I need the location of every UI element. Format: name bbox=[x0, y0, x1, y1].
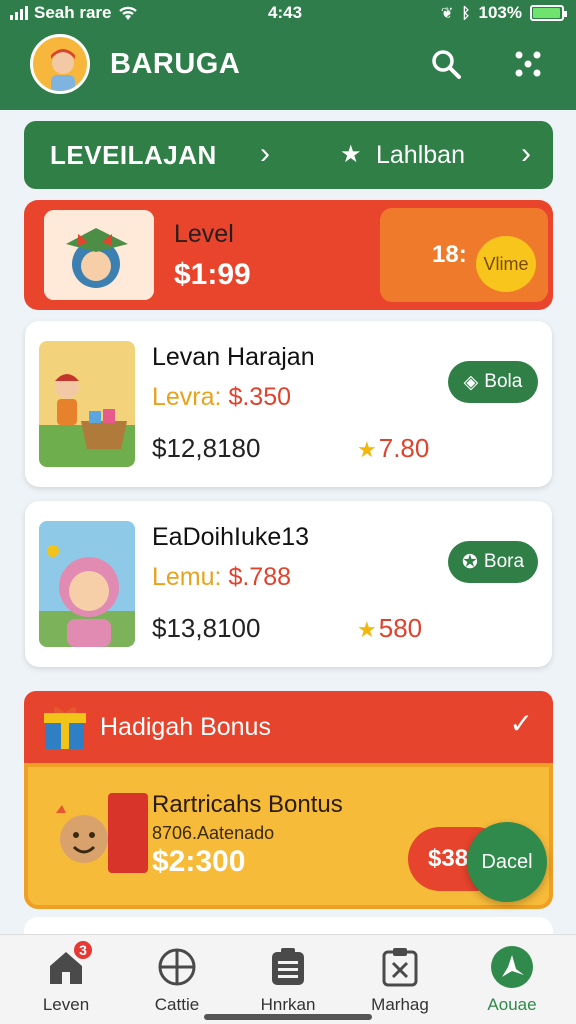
product-tag-label: Bola bbox=[484, 371, 523, 392]
notification-badge: 3 bbox=[72, 939, 94, 961]
promo-banner[interactable]: LEVEILAJAN › ★ Lahlban › bbox=[24, 121, 553, 189]
bonus-card[interactable]: Rartricahs Bontus 8706.Aatenado $2:300 $… bbox=[24, 763, 553, 909]
product-illustration bbox=[39, 341, 135, 467]
product-stat: $12,8180 bbox=[152, 433, 261, 463]
product-illustration bbox=[39, 521, 135, 647]
banner-right-label[interactable]: Lahlban bbox=[376, 141, 465, 170]
tag-icon: ◈ bbox=[463, 371, 479, 393]
product-subline: Levra: $.350 bbox=[152, 383, 291, 412]
nav-label: Leven bbox=[42, 995, 90, 1014]
app-bar: BARUGA bbox=[0, 26, 576, 110]
nav-item-explore[interactable]: Aouae bbox=[462, 945, 562, 1015]
banner-left-label[interactable]: LEVEILAJAN bbox=[50, 140, 217, 171]
nav-item-globe[interactable]: Cattie bbox=[127, 945, 227, 1015]
top-bar: Seah rare 4:43 ❦ ᛒ 103% BARUGA bbox=[0, 0, 576, 110]
search-icon bbox=[432, 50, 461, 79]
nav-item-list[interactable]: Hnrkan bbox=[238, 945, 338, 1015]
globe-icon bbox=[155, 945, 199, 989]
clipboard-x-icon bbox=[378, 945, 422, 989]
product-rating: ★580 bbox=[357, 613, 422, 644]
status-time: 4:43 bbox=[268, 3, 303, 22]
product-sub-key: Lemu: bbox=[152, 563, 222, 591]
carrier-label: Seah rare bbox=[34, 3, 112, 22]
product-sub-value: $.788 bbox=[228, 563, 291, 591]
product-rating-value: 580 bbox=[378, 613, 423, 643]
nav-item-home[interactable]: 3 Leven bbox=[16, 939, 116, 1015]
signal-icon bbox=[10, 6, 28, 20]
wifi-icon bbox=[118, 6, 137, 20]
app-title: BARUGA bbox=[110, 48, 241, 80]
nav-label: Cattie bbox=[154, 995, 200, 1014]
product-tag-button[interactable]: ◈ Bola bbox=[448, 361, 538, 403]
star-icon: ★ bbox=[357, 617, 377, 642]
level-side-panel[interactable]: 18: Vlime bbox=[380, 208, 548, 302]
product-sub-value: $.350 bbox=[228, 383, 291, 411]
search-button[interactable] bbox=[426, 44, 466, 84]
battery-percent: 103% bbox=[478, 3, 522, 22]
avatar-illustration bbox=[51, 49, 75, 91]
gift-icon bbox=[44, 707, 86, 749]
product-thumbnail bbox=[39, 341, 135, 467]
bonus-header-title: Hadigah Bonus bbox=[100, 713, 271, 741]
star-icon: ★ bbox=[357, 437, 377, 462]
product-stat: $13,8100 bbox=[152, 613, 261, 643]
bluetooth-icon: ᛒ bbox=[461, 4, 471, 22]
battery-icon bbox=[530, 5, 567, 21]
bonus-subtitle: 8706.Aatenado bbox=[152, 823, 275, 843]
nav-item-tasks[interactable]: Marhag bbox=[350, 945, 450, 1015]
product-card[interactable]: EaDoihIuke13 Lemu: $.788 $13,8100 ★580 ✪… bbox=[25, 501, 552, 667]
grid-dots-icon bbox=[515, 51, 541, 77]
avatar[interactable] bbox=[30, 34, 90, 94]
nav-label: Hnrkan bbox=[260, 995, 316, 1014]
chevron-right-icon: › bbox=[260, 137, 270, 170]
product-rating: ★7.80 bbox=[357, 433, 429, 464]
product-rating-value: 7.80 bbox=[378, 433, 430, 463]
status-bar: Seah rare 4:43 ❦ ᛒ 103% bbox=[0, 0, 576, 26]
level-side-value: 18: bbox=[432, 241, 467, 268]
nav-label: Marhag bbox=[371, 995, 429, 1014]
product-tag-label: Bora bbox=[483, 551, 525, 572]
product-thumbnail bbox=[39, 521, 135, 647]
home-icon: 3 bbox=[44, 939, 94, 989]
product-title: EaDoihIuke13 bbox=[152, 523, 310, 551]
floating-action-button[interactable]: Dacel bbox=[467, 822, 547, 902]
bonus-amount: $2:300 bbox=[152, 845, 246, 878]
level-price: $1:99 bbox=[174, 258, 251, 291]
bonus-header[interactable]: Hadigah Bonus ✓ bbox=[24, 691, 553, 763]
bonus-title: Rartricahs Bontus bbox=[152, 791, 343, 818]
bottom-nav: 3 Leven Cattie Hnrkan Marhag Aouae bbox=[0, 934, 576, 1024]
menu-button[interactable] bbox=[508, 44, 548, 84]
home-indicator bbox=[204, 1014, 372, 1020]
character-illustration bbox=[44, 210, 154, 300]
product-title: Levan Harajan bbox=[152, 343, 315, 371]
product-card[interactable]: Levan Harajan Levra: $.350 $12,8180 ★7.8… bbox=[25, 321, 552, 487]
bonus-illustration bbox=[56, 793, 148, 873]
compass-icon bbox=[490, 945, 534, 989]
product-tag-button[interactable]: ✪ Bora bbox=[448, 541, 538, 583]
level-thumbnail bbox=[44, 210, 154, 300]
level-label: Level bbox=[174, 220, 234, 248]
clipboard-list-icon bbox=[266, 945, 310, 989]
leaf-icon: ❦ bbox=[440, 5, 454, 22]
nav-label: Aouae bbox=[487, 995, 537, 1014]
level-action-pill[interactable]: Vlime bbox=[476, 236, 536, 292]
product-sub-key: Levra: bbox=[152, 383, 222, 411]
tag-icon: ✪ bbox=[461, 551, 478, 573]
check-icon: ✓ bbox=[509, 708, 533, 739]
level-card[interactable]: Level $1:99 18: Vlime bbox=[24, 200, 553, 310]
star-icon: ★ bbox=[340, 141, 362, 168]
chevron-right-icon: › bbox=[521, 137, 531, 170]
product-subline: Lemu: $.788 bbox=[152, 563, 291, 592]
